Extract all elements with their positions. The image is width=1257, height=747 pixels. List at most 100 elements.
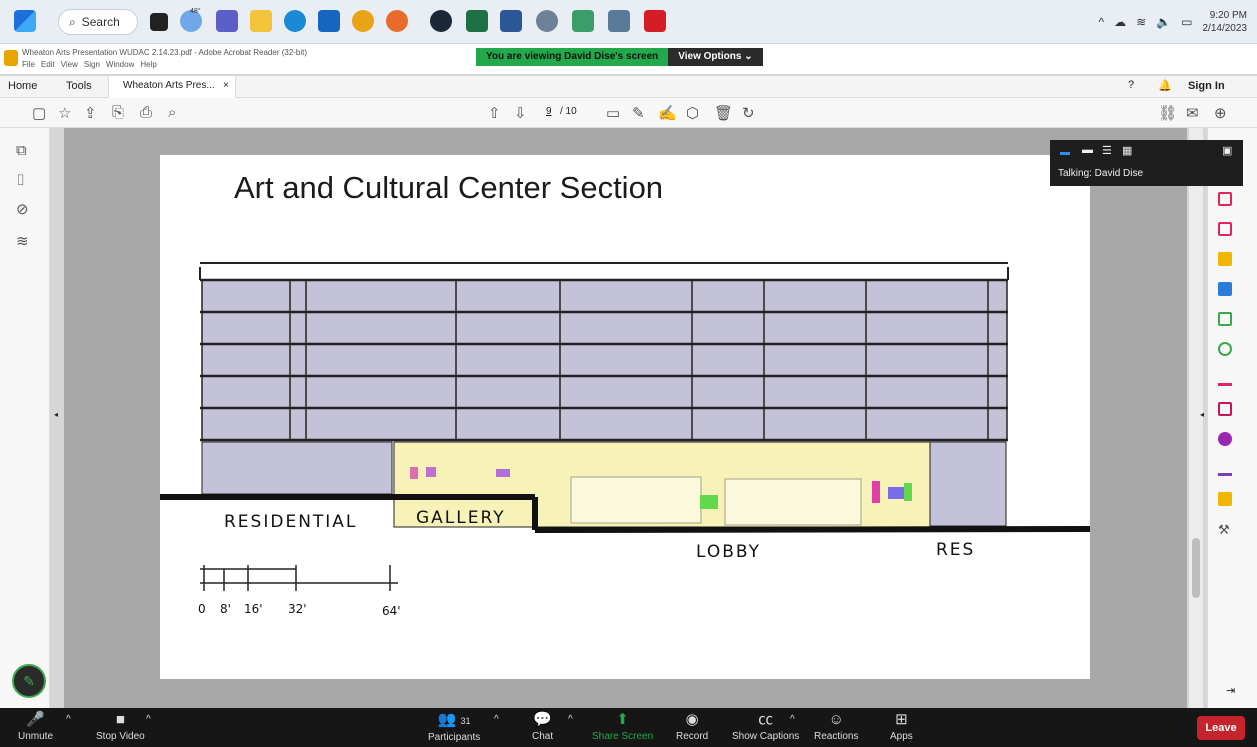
steam-icon[interactable]	[430, 10, 452, 32]
bookmark-icon[interactable]: ⌷	[16, 172, 25, 189]
task-view-icon[interactable]	[150, 13, 168, 31]
combine-icon[interactable]	[1218, 282, 1232, 296]
menu-help[interactable]: Help	[140, 60, 156, 69]
compress-icon[interactable]	[1218, 312, 1232, 326]
bell-icon[interactable]: 🔔	[1158, 79, 1172, 92]
record-button[interactable]: ◉ Record	[676, 711, 708, 742]
edit-pdf-icon[interactable]	[1218, 402, 1232, 416]
annotate-pencil-icon[interactable]: ✎	[12, 664, 46, 698]
page-up-icon[interactable]: ⇧	[488, 104, 501, 122]
battery-icon[interactable]: ▭	[1181, 15, 1192, 29]
captions-chevron-icon[interactable]: ^	[790, 714, 795, 725]
settings-icon[interactable]	[536, 10, 558, 32]
tab-document[interactable]: Wheaton Arts Pres... ×	[108, 76, 236, 98]
participants-chevron-icon[interactable]: ^	[494, 714, 499, 725]
wifi-icon[interactable]: ≋	[1136, 15, 1146, 29]
firefox-icon[interactable]	[386, 10, 408, 32]
stop-video-button[interactable]: ■ Stop Video	[96, 711, 145, 742]
sign-in-link[interactable]: Sign In	[1188, 80, 1225, 92]
file-explorer-icon[interactable]	[250, 10, 272, 32]
trash-icon[interactable]: 🗑	[714, 104, 733, 122]
menu-sign[interactable]: Sign	[84, 60, 100, 69]
mail-icon[interactable]: ✉	[1186, 104, 1199, 122]
leave-button[interactable]: Leave	[1197, 716, 1245, 740]
share-doc-icon[interactable]: ⎘	[112, 104, 124, 121]
audio-options-chevron-icon[interactable]: ^	[66, 714, 71, 725]
sign-tool-icon[interactable]	[1218, 462, 1232, 476]
stop-video-label: Stop Video	[96, 731, 145, 742]
view-options-button[interactable]: View Options ⌄	[668, 48, 763, 66]
reactions-button[interactable]: ☺ Reactions	[814, 711, 858, 742]
collapse-left-icon[interactable]: ◂	[54, 410, 58, 419]
chevron-up-icon[interactable]: ^	[1099, 15, 1105, 29]
windows-start-icon[interactable]	[14, 10, 36, 32]
layers-icon[interactable]: ≋	[16, 232, 29, 250]
print-icon[interactable]: ⎙	[140, 104, 152, 121]
teams-icon[interactable]	[216, 10, 238, 32]
collapse-right-icon[interactable]: ◂	[1200, 410, 1204, 419]
rotate-icon[interactable]: ↻	[742, 104, 755, 122]
clock[interactable]: 9:20 PM 2/14/2023	[1203, 9, 1248, 35]
edge-icon[interactable]	[284, 10, 306, 32]
tab-home[interactable]: Home	[8, 80, 37, 92]
taskbar-search[interactable]: ⌕ Search	[58, 9, 138, 35]
request-sign-icon[interactable]	[1218, 432, 1232, 446]
chat-chevron-icon[interactable]: ^	[568, 714, 573, 725]
left-nav-panel: ⧉ ⌷ ⊘ ≋ ◂	[0, 128, 58, 708]
layout-split-icon[interactable]: ☰	[1102, 144, 1112, 157]
page-number-input[interactable]: 9	[546, 106, 552, 117]
comment-tool-icon[interactable]	[1218, 252, 1232, 266]
attachment-icon[interactable]: ⊘	[16, 200, 29, 218]
prepare-form-icon[interactable]	[1218, 492, 1232, 506]
save-icon[interactable]: ▢	[32, 104, 46, 122]
calculator-icon[interactable]	[608, 10, 630, 32]
sign-icon[interactable]: ✍	[658, 104, 677, 122]
close-tab-icon[interactable]: ×	[223, 80, 229, 91]
zoom-search-icon[interactable]: ⌕	[168, 104, 176, 121]
help-icon[interactable]: ?	[1128, 79, 1134, 91]
excel-icon[interactable]	[466, 10, 488, 32]
menu-edit[interactable]: Edit	[41, 60, 55, 69]
notepad-icon[interactable]	[572, 10, 594, 32]
menu-file[interactable]: File	[22, 60, 35, 69]
tag-icon[interactable]: ⬡	[686, 104, 699, 122]
exit-fullscreen-icon[interactable]: ▣	[1222, 144, 1232, 157]
tab-tools[interactable]: Tools	[66, 80, 92, 92]
layout-grid-icon[interactable]: ▦	[1122, 144, 1132, 157]
scrollbar-thumb[interactable]	[1192, 538, 1200, 598]
chrome-icon[interactable]	[352, 10, 374, 32]
export-pdf-icon[interactable]	[1218, 222, 1232, 236]
highlight-icon[interactable]: ✎	[632, 104, 645, 122]
pages-icon[interactable]: ⧉	[16, 142, 27, 159]
minimize-icon[interactable]	[1060, 152, 1070, 155]
protect-icon[interactable]	[1218, 342, 1232, 356]
weather-icon[interactable]: 48°	[180, 8, 202, 32]
record-icon: ◉	[685, 711, 699, 728]
menu-view[interactable]: View	[61, 60, 78, 69]
video-options-chevron-icon[interactable]: ^	[146, 714, 151, 725]
star-icon[interactable]: ☆	[58, 104, 71, 122]
expand-panel-icon[interactable]: ⇥	[1226, 684, 1235, 697]
cloud-icon[interactable]: ☁	[1114, 15, 1126, 29]
layout-thumbnail-icon[interactable]: ▬	[1082, 144, 1093, 156]
participants-button[interactable]: 👥 31 Participants	[428, 711, 480, 743]
fill-sign-icon[interactable]	[1218, 372, 1232, 386]
page-down-icon[interactable]: ⇩	[514, 104, 527, 122]
speaker-icon[interactable]: 🔈	[1156, 15, 1171, 29]
share-screen-button[interactable]: ⬆ Share Screen	[592, 711, 653, 742]
word-icon[interactable]	[500, 10, 522, 32]
scale-tick-8: 8'	[220, 602, 231, 616]
menu-window[interactable]: Window	[106, 60, 134, 69]
apps-button[interactable]: ⊞ Apps	[890, 711, 913, 742]
person-add-icon[interactable]: ⊕	[1214, 104, 1227, 122]
organize-icon[interactable]	[1218, 192, 1232, 206]
upload-icon[interactable]: ⇪	[84, 104, 97, 122]
reactions-label: Reactions	[814, 731, 859, 742]
unmute-button[interactable]: 🎤 Unmute	[18, 711, 53, 742]
link-icon[interactable]: ⛓	[1158, 104, 1177, 122]
comment-icon[interactable]: ▭	[606, 104, 620, 122]
chat-button[interactable]: 💬 Chat	[532, 711, 553, 742]
store-icon[interactable]	[318, 10, 340, 32]
acrobat-icon[interactable]	[644, 10, 666, 32]
more-tools-icon[interactable]: ⚒	[1218, 522, 1232, 537]
